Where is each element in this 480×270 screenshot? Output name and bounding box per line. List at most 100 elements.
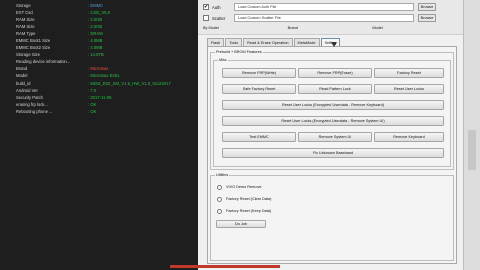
log-line: Brand : Micromax (0, 65, 198, 72)
file-toolbar: ✔ Auth Load Custom Auth File Browse Scat… (198, 0, 463, 35)
right-scrollbar[interactable] (463, 0, 480, 270)
scatter-checkbox[interactable] (203, 15, 209, 21)
log-value: : DRAM (88, 31, 103, 37)
radio-icon (217, 184, 222, 190)
log-value: : EMMC (88, 3, 104, 8)
remove-system-ui-button[interactable]: Remove System UI (298, 132, 372, 142)
auth-file-input[interactable]: Load Custom Auth File (234, 3, 414, 11)
log-line: Storage Size: 14.6TB (0, 51, 198, 58)
radio-label: Factory Reset (Keep Data) (226, 209, 272, 213)
log-key: Android Ver (16, 87, 38, 93)
log-value: : MISS_E02_SM_V1.5_HW_V1.0_01122017 (88, 80, 171, 86)
log-line: RAM Size : 2.0GB (0, 16, 198, 23)
log-line: Reading device information... (0, 58, 198, 65)
auth-checkbox[interactable]: ✔ (203, 4, 209, 10)
radio-icon (217, 208, 222, 214)
fix-unknown-baseband-button[interactable]: Fix Unknown Baseband (222, 148, 444, 158)
log-value: : Micromax (88, 66, 109, 72)
log-line: RAM Type : DRAM (0, 30, 198, 37)
radio-icon (217, 196, 222, 202)
scatter-file-input[interactable]: Load Custom Scatter File (234, 14, 414, 22)
scatter-label: Scatter (212, 15, 226, 21)
do-job-label: Do Job (234, 222, 248, 226)
log-line: RAM Size : 2.0GB (0, 23, 198, 30)
utilities-title: Utilities (215, 173, 230, 178)
log-key: EMMC Boot2 Size (16, 45, 51, 51)
tab-read-erase[interactable]: Read & Erase Operation (243, 38, 293, 46)
log-value: : OK (88, 101, 97, 107)
log-line: erasing frp lock... : OK (0, 101, 198, 108)
log-key: Storage (16, 3, 31, 8)
log-value: : Micromax E451 (88, 73, 120, 79)
tab-tools[interactable]: Tools (225, 38, 243, 46)
misc-group: Misc Remove FRP(Write) Remove FRP(Erase)… (213, 58, 451, 167)
log-line: build_id : MISS_E02_SM_V1.5_HW_V1.0_01122… (0, 80, 198, 87)
selector-row: By Model Brand Model (203, 26, 457, 32)
log-panel: Storage : EMMC EXT Csd : CSD_V5.0 RAM Size : … (0, 0, 198, 270)
mouse-cursor-icon (331, 42, 337, 47)
reset-user-locks-button[interactable]: Reset User Locks (374, 84, 444, 94)
log-key: Storage Size (16, 52, 40, 58)
safe-factory-reset-button[interactable]: Safe Factory Reset (222, 84, 296, 94)
prebuild-group: Prebuild + BROM Features Misc Remove FRP… (210, 50, 454, 170)
log-line: Security Patch : 2017-11-05 (0, 94, 198, 101)
log-key: RAM Size (16, 17, 35, 23)
auth-browse-button[interactable]: Browse (418, 3, 436, 11)
log-value: : 4.0MB (88, 38, 103, 44)
log-key: Rebooting phone ... (16, 108, 53, 114)
log-key: Brand (16, 66, 28, 72)
factory-reset-clear-radio[interactable]: Factory Reset (Clear Data) (217, 196, 271, 202)
radio-label: Factory Reset (Clear Data) (226, 197, 272, 201)
log-value: : 2.0GB (88, 17, 103, 23)
do-job-button[interactable]: Do Job (216, 220, 266, 228)
log-line: Model : Micromax E451 (0, 72, 198, 79)
tab-flash[interactable]: Flash (207, 38, 225, 46)
test-emmc-button[interactable]: Test EMMC (222, 132, 296, 142)
log-key: RAM Type (16, 31, 36, 37)
log-line: Rebooting phone ... : OK (0, 108, 198, 115)
reset-user-locks-encrypted-systemui-button[interactable]: Reset User Locks (Encrypted Userdata - R… (222, 116, 444, 126)
remove-frp-write-button[interactable]: Remove FRP(Write) (222, 68, 296, 78)
reset-user-locks-encrypted-keyboard-button[interactable]: Reset User Locks (Encrypted Userdata - R… (222, 100, 444, 110)
radio-label: VIVO Demo Remove (226, 185, 262, 189)
scrollbar-thumb[interactable] (468, 130, 476, 170)
log-key: erasing frp lock... (16, 101, 48, 107)
log-key: RAM Size (16, 24, 35, 30)
model-select[interactable]: Model (372, 26, 457, 32)
log-key: build_id (16, 80, 31, 86)
utilities-group: Utilities VIVO Demo Remove Factory Reset… (210, 173, 454, 261)
tool-window: ✔ Auth Load Custom Auth File Browse Scat… (198, 0, 463, 270)
tab-strip: Flash Tools Read & Erase Operation MetaM… (207, 38, 341, 46)
tab-content: Prebuild + BROM Features Misc Remove FRP… (207, 46, 457, 264)
log-line: EMMC Boot1 Size : 4.0MB (0, 37, 198, 44)
log-value: : OK (88, 108, 97, 114)
scatter-browse-button[interactable]: Browse (418, 14, 436, 22)
factory-reset-button[interactable]: Factory Reset (374, 68, 444, 78)
log-value: : CSD_V5.0 (88, 10, 111, 16)
log-key: Security Patch (16, 94, 43, 100)
log-value: : 7.0 (88, 87, 97, 93)
log-line: EXT Csd : CSD_V5.0 (0, 9, 198, 16)
vivo-demo-remove-radio[interactable]: VIVO Demo Remove (217, 184, 261, 190)
factory-reset-keep-radio[interactable]: Factory Reset (Keep Data) (217, 208, 271, 214)
prebuild-group-title: Prebuild + BROM Features (215, 50, 263, 55)
tab-metamode[interactable]: MetaMode (293, 38, 320, 46)
log-key: Model (16, 73, 28, 79)
brand-select[interactable]: Brand (288, 26, 373, 32)
scatter-row: Scatter Load Custom Scatter File Browse (203, 13, 436, 23)
log-value: : 2017-11-05 (88, 94, 112, 100)
log-line: EMMC Boot2 Size : 4.0MB (0, 44, 198, 51)
remove-keyboard-button[interactable]: Remove Keyboard (374, 132, 444, 142)
log-line: Android Ver : 7.0 (0, 87, 198, 94)
log-line: Storage : EMMC (0, 2, 198, 9)
progress-bar (170, 265, 280, 268)
log-key: Reading device information... (16, 59, 71, 65)
by-model-option[interactable]: By Model (203, 26, 288, 32)
log-value: : 4.0MB (88, 45, 103, 51)
log-key: EMMC Boot1 Size (16, 38, 51, 44)
log-value: : 2.0GB (88, 24, 103, 30)
log-key: EXT Csd (16, 10, 33, 16)
auth-label: Auth (212, 4, 221, 10)
remove-frp-erase-button[interactable]: Remove FRP(Erase) (298, 68, 372, 78)
read-pattern-lock-button[interactable]: Read Pattern Lock (298, 84, 372, 94)
